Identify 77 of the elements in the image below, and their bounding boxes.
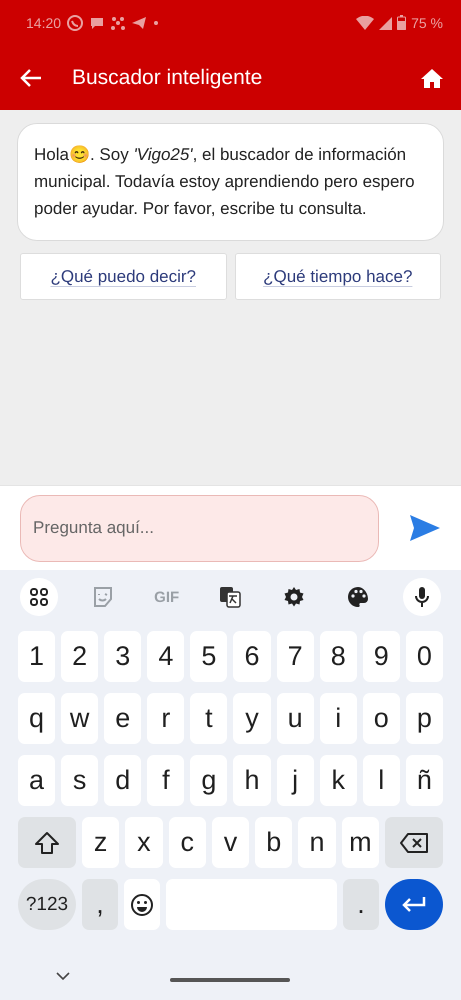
key[interactable]: j: [276, 755, 314, 806]
key[interactable]: v: [212, 817, 250, 868]
key[interactable]: l: [362, 755, 400, 806]
send-icon: [409, 514, 441, 542]
suggestion-chip[interactable]: ¿Qué puedo decir?: [20, 253, 226, 300]
key[interactable]: 6: [233, 631, 271, 682]
screen-title: Buscador inteligente: [72, 66, 264, 90]
key[interactable]: 1: [18, 631, 56, 682]
key[interactable]: s: [61, 755, 98, 806]
key[interactable]: q: [18, 693, 56, 744]
key[interactable]: 8: [320, 631, 357, 682]
key[interactable]: .: [343, 879, 379, 930]
back-arrow-icon: [20, 68, 42, 88]
key[interactable]: 9: [362, 631, 400, 682]
settings-icon: [282, 585, 306, 609]
key[interactable]: t: [190, 693, 228, 744]
key[interactable]: b: [255, 817, 292, 868]
key[interactable]: o: [362, 693, 400, 744]
key[interactable]: h: [233, 755, 271, 806]
key[interactable]: a: [18, 755, 56, 806]
enter-key[interactable]: [385, 879, 443, 930]
key[interactable]: i: [320, 693, 357, 744]
key[interactable]: ,: [82, 879, 118, 930]
home-icon: [421, 68, 443, 88]
battery-percent: 75 %: [411, 14, 443, 30]
key[interactable]: p: [406, 693, 443, 744]
key[interactable]: m: [342, 817, 379, 868]
key[interactable]: u: [276, 693, 314, 744]
suggestion-chip[interactable]: ¿Qué tiempo hace?: [234, 253, 441, 300]
key[interactable]: f: [147, 755, 184, 806]
chevron-down-icon: [56, 972, 70, 980]
translate-icon: [218, 585, 242, 609]
voice-button[interactable]: [402, 578, 441, 616]
key[interactable]: ñ: [406, 755, 443, 806]
key[interactable]: r: [147, 693, 184, 744]
key[interactable]: 3: [104, 631, 142, 682]
key[interactable]: x: [125, 817, 163, 868]
chat-app-icon: [66, 14, 84, 32]
backspace-key[interactable]: [384, 817, 443, 868]
grid-icon: [29, 587, 49, 607]
signal-icon: [379, 16, 392, 30]
key[interactable]: y: [233, 693, 271, 744]
key[interactable]: n: [298, 817, 336, 868]
wifi-icon: [356, 16, 374, 30]
enter-icon: [401, 896, 427, 914]
palette-icon: [346, 585, 370, 609]
send-button[interactable]: [409, 514, 441, 542]
key[interactable]: z: [82, 817, 120, 868]
message-icon: [89, 16, 106, 30]
home-button[interactable]: [421, 68, 443, 88]
key[interactable]: 2: [61, 631, 98, 682]
key[interactable]: g: [190, 755, 228, 806]
key[interactable]: e: [104, 693, 142, 744]
key[interactable]: c: [168, 817, 206, 868]
bot-message: Hola😊. Soy 'Vigo25', el buscador de información municipal. Todavía estoy aprendiendo pero espero poder ayudar. Por favor, escribe tu consulta.: [17, 123, 444, 241]
key[interactable]: 4: [147, 631, 184, 682]
symbols-key[interactable]: ?123: [18, 879, 76, 930]
dot-icon: [152, 18, 160, 26]
backspace-icon: [398, 832, 429, 854]
key[interactable]: k: [320, 755, 357, 806]
back-button[interactable]: [20, 68, 42, 88]
emoji-key[interactable]: [124, 879, 160, 930]
hide-keyboard-button[interactable]: [56, 972, 70, 980]
apps-button[interactable]: [20, 578, 58, 616]
smiley-icon: [130, 892, 154, 916]
key[interactable]: 7: [276, 631, 314, 682]
key[interactable]: w: [61, 693, 98, 744]
network-icon: [110, 16, 126, 30]
battery-icon: [397, 15, 406, 30]
key[interactable]: d: [104, 755, 142, 806]
question-field[interactable]: Pregunta aquí...: [20, 494, 379, 562]
key[interactable]: 0: [406, 631, 443, 682]
paper-plane-icon: [131, 16, 148, 30]
key[interactable]: 5: [190, 631, 228, 682]
shift-icon: [34, 830, 60, 854]
status-time: 14:20: [26, 14, 62, 30]
shift-key[interactable]: [18, 817, 76, 868]
